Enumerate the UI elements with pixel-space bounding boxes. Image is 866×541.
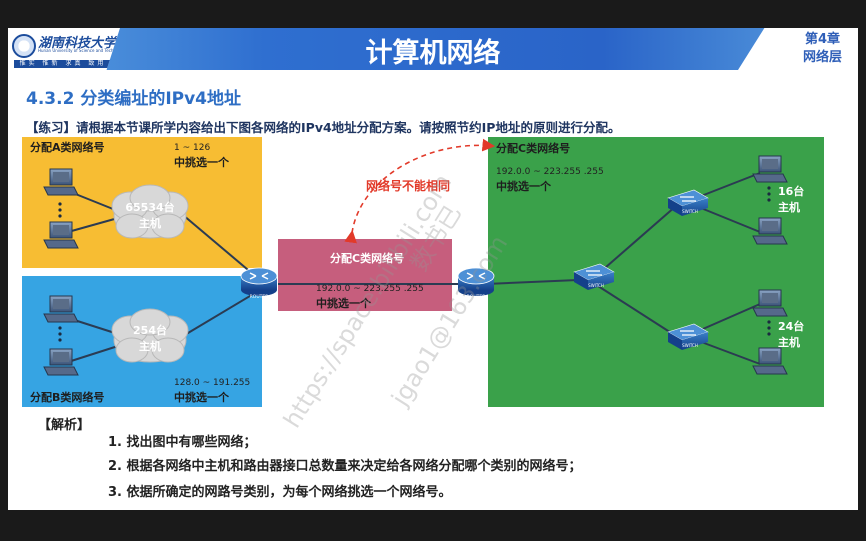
- net-b-hosts-unit: 主机: [139, 339, 161, 353]
- net-a-hosts-unit: 主机: [139, 216, 161, 230]
- analysis-step-3: 3. 依据所确定的网路号类别，为每个网络挑选一个网络号。: [108, 485, 452, 500]
- router-left-label: ROUTER: [250, 294, 269, 300]
- net-right-label: 分配C类网络号: [496, 141, 570, 155]
- hosts-24-count: 24台: [778, 319, 804, 333]
- analysis-step-2: 2. 根据各网络中主机和路由器接口总数量来决定给各网络分配哪个类别的网络号；: [108, 459, 582, 474]
- net-right-choose: 中挑选一个: [496, 179, 552, 193]
- hosts-16-unit: 主机: [778, 200, 800, 214]
- net-b-label: 分配B类网络号: [30, 390, 104, 404]
- net-a-range: 1 ~ 126: [174, 143, 210, 153]
- hosts-16-count: 16台: [778, 184, 804, 198]
- net-b-range: 128.0 ~ 191.255: [174, 378, 250, 388]
- net-a-label: 分配A类网络号: [30, 140, 105, 154]
- net-a-choose: 中挑选一个: [174, 155, 230, 169]
- net-right-range: 192.0.0 ~ 223.255 .255: [496, 167, 604, 177]
- slide: 湖南科技大学 Hunan University of Science and T…: [8, 28, 858, 510]
- switch-center-label: SWITCH: [588, 283, 604, 288]
- analysis-step-1: 1. 找出图中有哪些网络；: [108, 435, 257, 450]
- switch-top-label: SWITCH: [682, 209, 698, 214]
- net-a-hosts: 65534台: [125, 200, 174, 214]
- net-b-hosts: 254台: [133, 323, 167, 337]
- switch-bottom-label: SWITCH: [682, 343, 698, 348]
- hosts-24-unit: 主机: [778, 335, 800, 349]
- net-b-choose: 中挑选一个: [174, 390, 230, 404]
- analysis-label: 【解析】: [38, 418, 91, 433]
